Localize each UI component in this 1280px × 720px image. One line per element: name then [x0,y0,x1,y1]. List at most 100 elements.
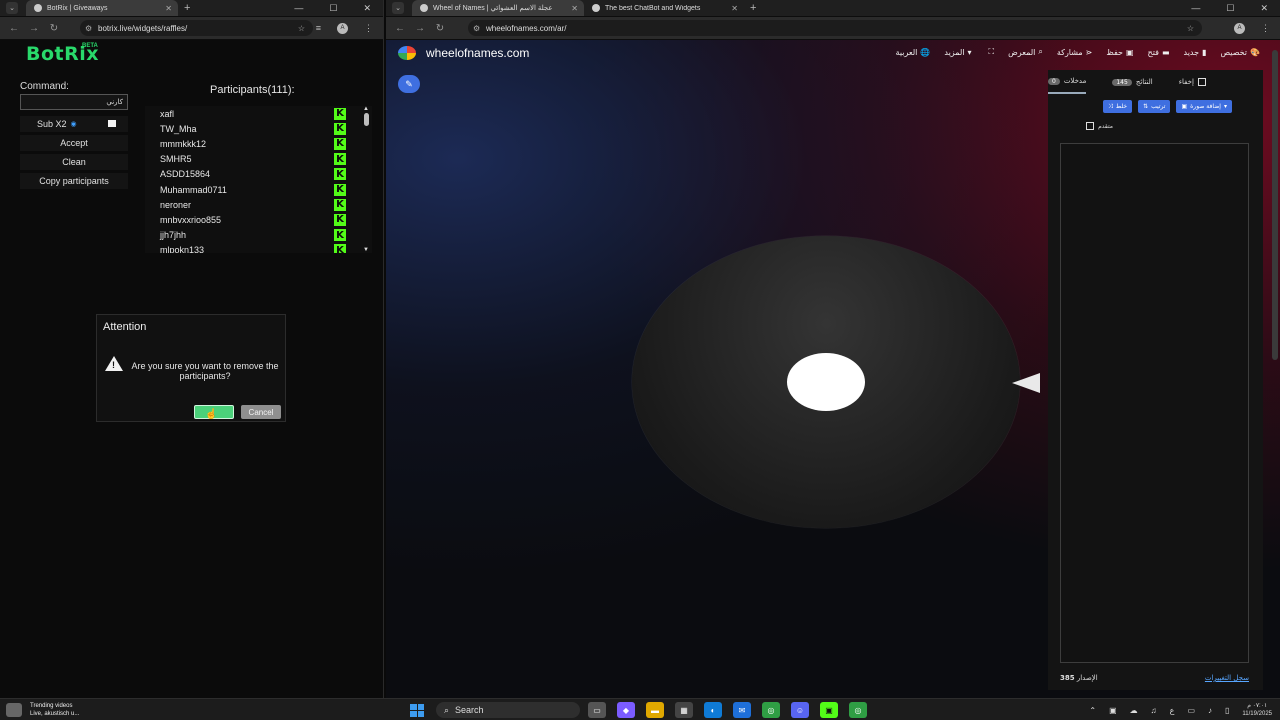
menu-item-palette[interactable]: 🎨 تخصيص [1220,47,1260,57]
maximize-button[interactable]: ☐ [1226,3,1234,14]
tab-botrix[interactable]: BotRix | Giveaways ✕ [26,0,178,16]
minimize-button[interactable]: — [1191,3,1200,13]
command-input[interactable] [20,94,128,110]
sub-x2-toggle[interactable]: Sub X2 ◉ [20,116,128,132]
news-widget-icon[interactable] [6,703,22,717]
chevron-up-icon[interactable]: ⌃ [1089,706,1096,715]
hide-checkbox[interactable] [1197,78,1206,86]
new-tab-button[interactable]: + [750,2,756,14]
reload-button[interactable]: ↻ [430,23,450,34]
menu-item-save[interactable]: ▣ حفظ [1106,47,1133,57]
edit-pencil-icon[interactable]: ✎ [398,75,420,93]
participant-row[interactable]: ASDD15864 K [145,167,372,182]
close-tab-icon[interactable]: ✕ [165,4,172,13]
taskbar-search[interactable]: ⌕ Search [436,702,580,718]
participant-row[interactable]: SMHR5 K [145,152,372,167]
kick-app-icon[interactable]: ▣ [820,702,838,718]
participant-row[interactable]: mnbvxxrioo855 K [145,212,372,227]
tab-search-button[interactable]: ⌄ [392,2,404,14]
hide-toggle[interactable]: إخفاء [1179,70,1206,94]
close-window-button[interactable]: ✕ [1260,3,1268,14]
close-tab-icon[interactable]: ✕ [731,4,738,13]
reading-list-icon[interactable]: ≡ [316,23,321,33]
wheel-logo-icon[interactable] [398,46,416,60]
clock[interactable]: ٠٧:٠١ م 11/19/2025 [1242,702,1272,718]
tab-search-button[interactable]: ⌄ [6,2,18,14]
participants-list[interactable]: ▲ xafl K TW_Mha Kmmmkkk12 K SMHR5 K ASDD15864 K M… [145,106,372,253]
news-widget[interactable]: Trending videos Live, akustisch u... [30,702,79,718]
maximize-button[interactable]: ☐ [329,3,337,14]
chrome-profile-icon[interactable]: ◎ [849,702,867,718]
site-info-icon[interactable]: ⚙ [85,24,92,33]
url-field[interactable]: ⚙ botrix.live/widgets/raffles/ ☆ [80,20,313,36]
profile-avatar[interactable]: A [1234,22,1245,34]
back-button[interactable]: ← [4,23,24,34]
menu-item-globe[interactable]: 🌐 العربية [896,47,931,57]
cancel-button[interactable]: Cancel [241,405,281,419]
minimize-button[interactable]: — [294,3,303,13]
advanced-checkbox[interactable] [1086,122,1095,130]
tab-wheel-of-names[interactable]: Wheel of Names | عجلة الاسم العشوائي ✕ [412,0,584,16]
menu-item-share[interactable]: ⋖ مشاركة [1057,47,1093,57]
shuffle-button[interactable]: خلط ⤨ [1102,100,1133,113]
monitor-icon[interactable]: ▭ [1187,706,1195,715]
close-tab-icon[interactable]: ✕ [571,4,578,13]
sub-x2-checkbox[interactable] [108,120,116,127]
start-button[interactable] [410,704,424,717]
info-eye-icon[interactable]: ◉ [71,120,77,128]
tab-entries[interactable]: مدخلات 0 [1048,70,1087,94]
clean-button[interactable]: Clean [20,154,128,170]
forward-button[interactable]: → [410,23,430,34]
copilot-icon[interactable]: ◆ [617,702,635,718]
add-image-button[interactable]: ▾ إضافة صورة ▣ [1176,100,1232,113]
mail-icon[interactable]: ✉ [733,702,751,718]
language-indicator[interactable]: ع [1170,706,1175,715]
bookmark-star-icon[interactable]: ☆ [298,24,305,33]
edge-icon[interactable]: ◐ [704,702,722,718]
site-info-icon[interactable]: ⚙ [473,24,480,33]
bookmark-star-icon[interactable]: ☆ [1187,24,1194,33]
participant-row[interactable]: mlpokn133 K [145,243,372,253]
participant-row[interactable]: mmmkkk12 K [145,136,372,151]
site-name[interactable]: wheelofnames.com [426,46,529,60]
cloud-icon[interactable]: ☁ [1130,706,1138,715]
entries-textarea[interactable] [1060,143,1249,663]
menu-item-file[interactable]: ▮ جديد [1184,47,1207,57]
forward-button[interactable]: → [24,23,44,34]
reload-button[interactable]: ↻ [44,23,64,34]
wheel-center[interactable] [787,353,865,411]
tab-results[interactable]: النتائج 145 [1112,70,1153,94]
back-button[interactable]: ← [390,23,410,34]
discord-icon[interactable]: ☺ [791,702,809,718]
store-icon[interactable]: ▦ [675,702,693,718]
mic-icon[interactable]: ♫ [1151,706,1157,715]
volume-icon[interactable]: ♪ [1208,706,1212,715]
battery-icon[interactable]: ▯ [1225,706,1229,715]
chrome-icon[interactable]: ◎ [762,702,780,718]
profile-avatar[interactable]: A [337,22,348,34]
spin-wheel[interactable] [632,236,1020,528]
participant-row[interactable]: jjh7jhh K [145,228,372,243]
accept-button[interactable]: Accept [20,135,128,151]
participant-row[interactable]: xafl K [145,106,372,121]
new-tab-button[interactable]: + [184,2,190,14]
participant-row[interactable]: Muhammad0711 K [145,182,372,197]
changelog-link[interactable]: سجل التغييرات [1205,674,1249,682]
copy-participants-button[interactable]: Copy participants [20,173,128,189]
advanced-toggle[interactable]: متقدم [1086,122,1113,130]
menu-item-fullscreen[interactable]: ⛶ [986,47,995,57]
close-window-button[interactable]: ✕ [363,3,371,14]
menu-kebab-icon[interactable]: ⋮ [1261,23,1270,34]
participant-row[interactable]: TW_Mha K [145,121,372,136]
menu-item-caret-down[interactable]: ▾ المزيد [944,47,971,57]
scroll-up-arrow[interactable]: ▲ [363,106,369,112]
menu-item-folder[interactable]: ▬ فتح [1148,47,1170,57]
participant-row[interactable]: neroner K [145,197,372,212]
task-view-icon[interactable]: ▭ [588,702,606,718]
menu-kebab-icon[interactable]: ⋮ [364,23,373,34]
url-field[interactable]: ⚙ wheelofnames.com/ar/ ☆ [468,20,1202,36]
scroll-down-arrow[interactable]: ▼ [363,247,369,253]
file-explorer-icon[interactable]: ▬ [646,702,664,718]
sort-button[interactable]: ترتيب ⇅ [1138,100,1171,113]
page-scrollbar[interactable] [1272,50,1278,360]
